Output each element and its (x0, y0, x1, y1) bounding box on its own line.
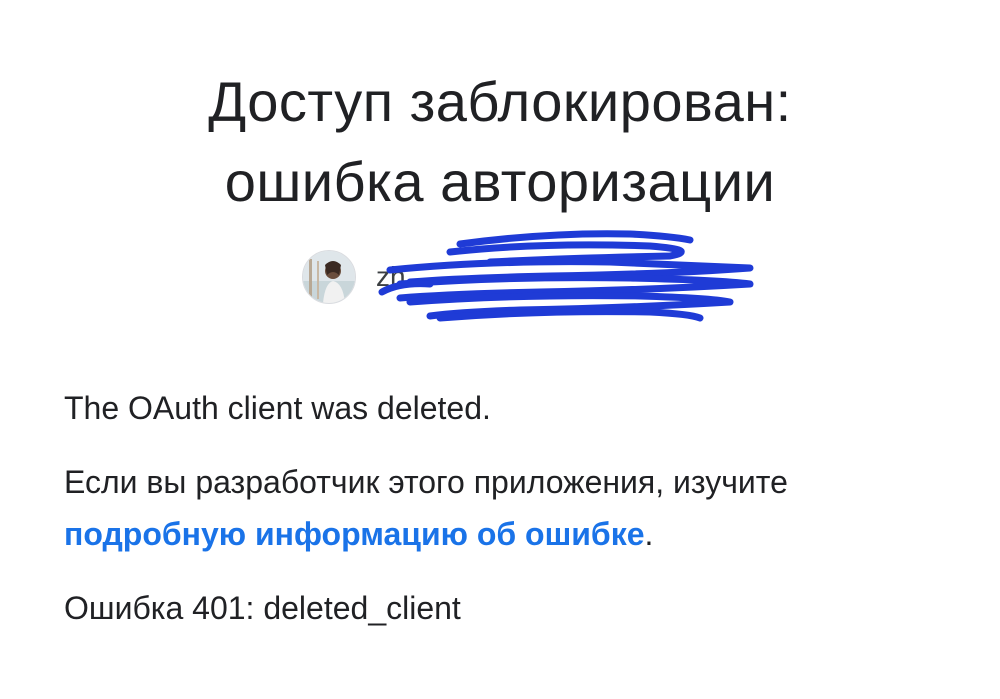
error-code: Ошибка 401: deleted_client (64, 590, 461, 626)
profile-photo-avatar-icon (303, 251, 355, 303)
page-title-line-2: ошибка авторизации (224, 150, 776, 213)
account-chip[interactable]: zh (302, 244, 756, 310)
page-title: Доступ заблокирован: ошибка авторизации (0, 62, 1000, 222)
developer-info-prefix: Если вы разработчик этого приложения, из… (64, 464, 788, 500)
avatar (302, 250, 356, 304)
page-title-line-1: Доступ заблокирован: (208, 70, 792, 133)
developer-info-text: Если вы разработчик этого приложения, из… (64, 456, 944, 560)
error-message: The OAuth client was deleted. (64, 390, 491, 426)
account-email: zh (376, 261, 406, 292)
error-details-link[interactable]: подробную информацию об ошибке (64, 516, 645, 552)
developer-info-suffix: . (644, 516, 654, 552)
error-content: The OAuth client was deleted. Если вы ра… (64, 382, 944, 634)
